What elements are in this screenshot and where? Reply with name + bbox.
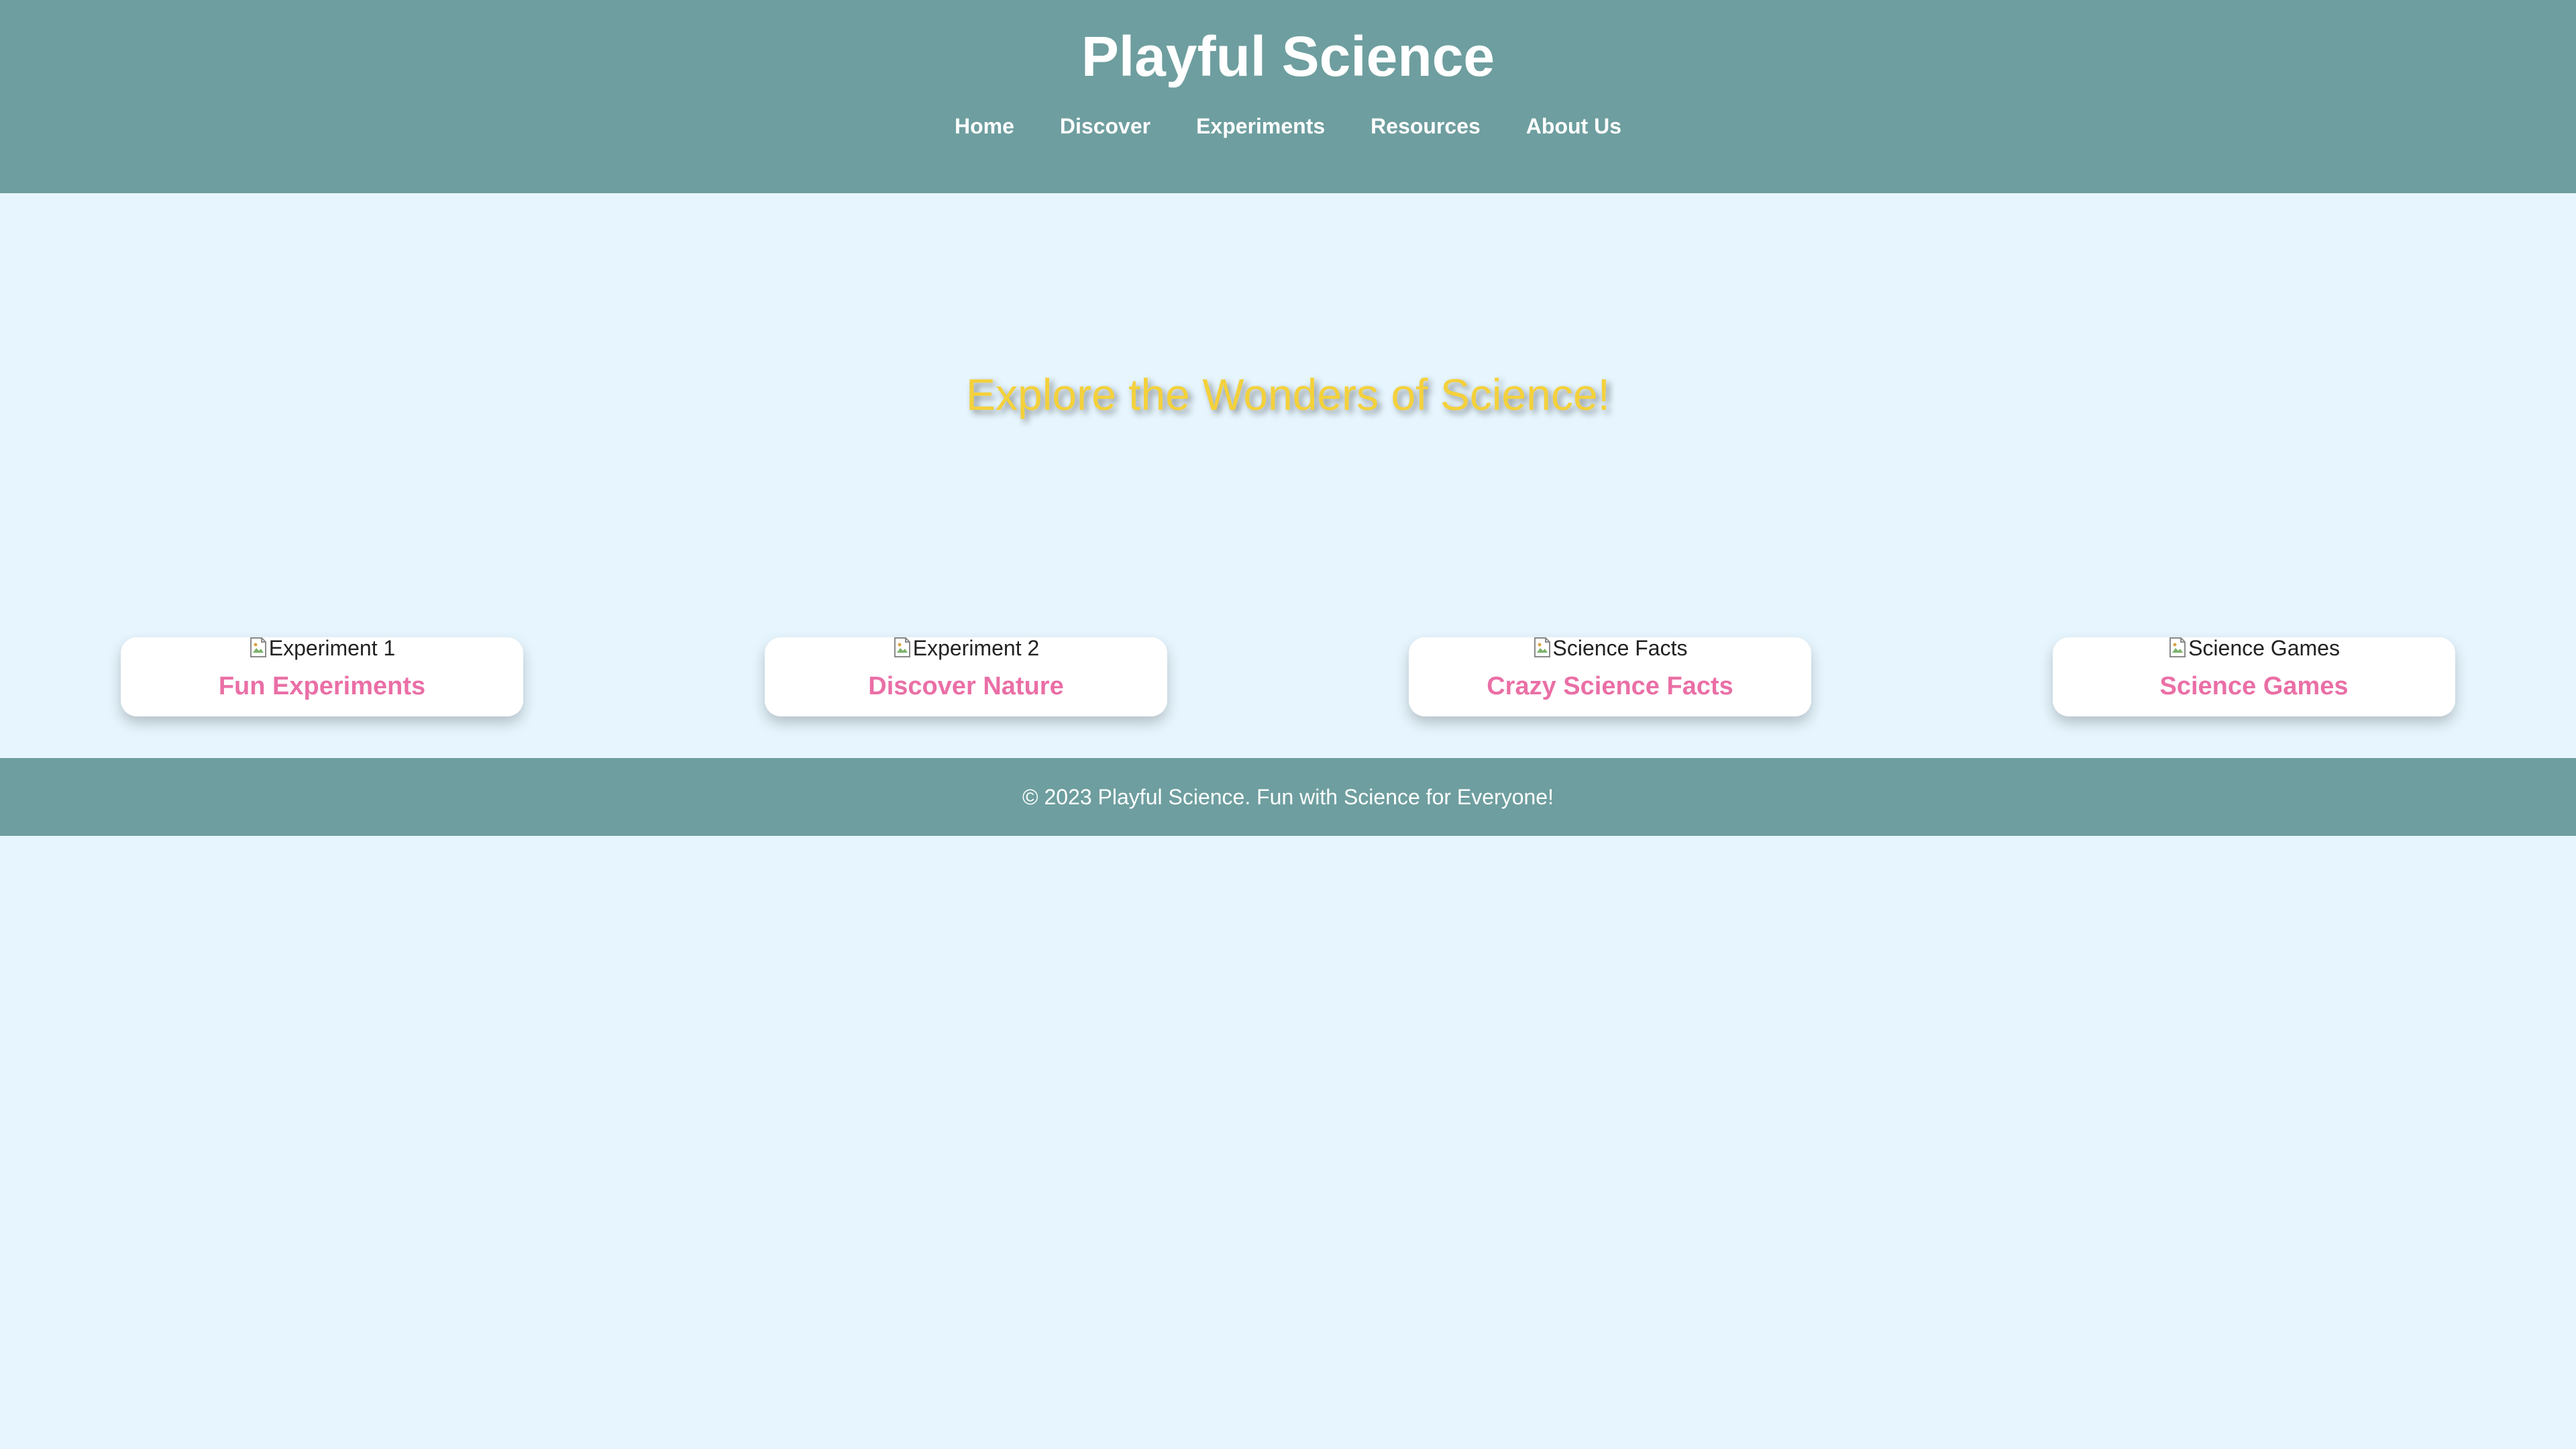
footer-text: © 2023 Playful Science. Fun with Science… xyxy=(1022,785,1554,809)
card-image-alt: Experiment 1 xyxy=(268,636,396,660)
card-image-alt: Experiment 2 xyxy=(912,636,1040,660)
hero-heading: Explore the Wonders of Science! xyxy=(966,370,1610,419)
nav-link-discover[interactable]: Discover xyxy=(1060,110,1150,142)
nav-link-resources[interactable]: Resources xyxy=(1371,110,1481,142)
main-nav: Home Discover Experiments Resources Abou… xyxy=(0,110,2576,142)
card-discover-nature[interactable]: Experiment 2 Discover Nature xyxy=(765,636,1167,716)
card-title: Science Games xyxy=(2159,672,2349,700)
broken-image-icon xyxy=(1534,637,1550,657)
card-image: Experiment 2 xyxy=(765,632,1167,664)
card-science-games[interactable]: Science Games Science Games xyxy=(2053,636,2455,716)
site-footer: © 2023 Playful Science. Fun with Science… xyxy=(0,758,2576,836)
broken-image-icon xyxy=(250,637,266,657)
card-title: Fun Experiments xyxy=(218,672,426,700)
card-image: Science Facts xyxy=(1409,632,1811,664)
broken-image-icon xyxy=(894,637,910,657)
card-crazy-science-facts[interactable]: Science Facts Crazy Science Facts xyxy=(1409,636,1811,716)
card-image: Experiment 1 xyxy=(121,632,523,664)
card-image-alt: Science Games xyxy=(2188,636,2340,660)
card-title: Discover Nature xyxy=(868,672,1064,700)
card-fun-experiments[interactable]: Experiment 1 Fun Experiments xyxy=(121,636,523,716)
nav-link-experiments[interactable]: Experiments xyxy=(1196,110,1325,142)
nav-link-about-us[interactable]: About Us xyxy=(1526,110,1621,142)
broken-image-icon xyxy=(2169,637,2186,657)
site-header: Playful Science Home Discover Experiment… xyxy=(0,0,2576,193)
card-image: Science Games xyxy=(2053,632,2455,664)
card-image-alt: Science Facts xyxy=(1552,636,1688,660)
site-title: Playful Science xyxy=(1081,25,1495,88)
nav-link-home[interactable]: Home xyxy=(955,110,1014,142)
card-title: Crazy Science Facts xyxy=(1487,672,1733,700)
